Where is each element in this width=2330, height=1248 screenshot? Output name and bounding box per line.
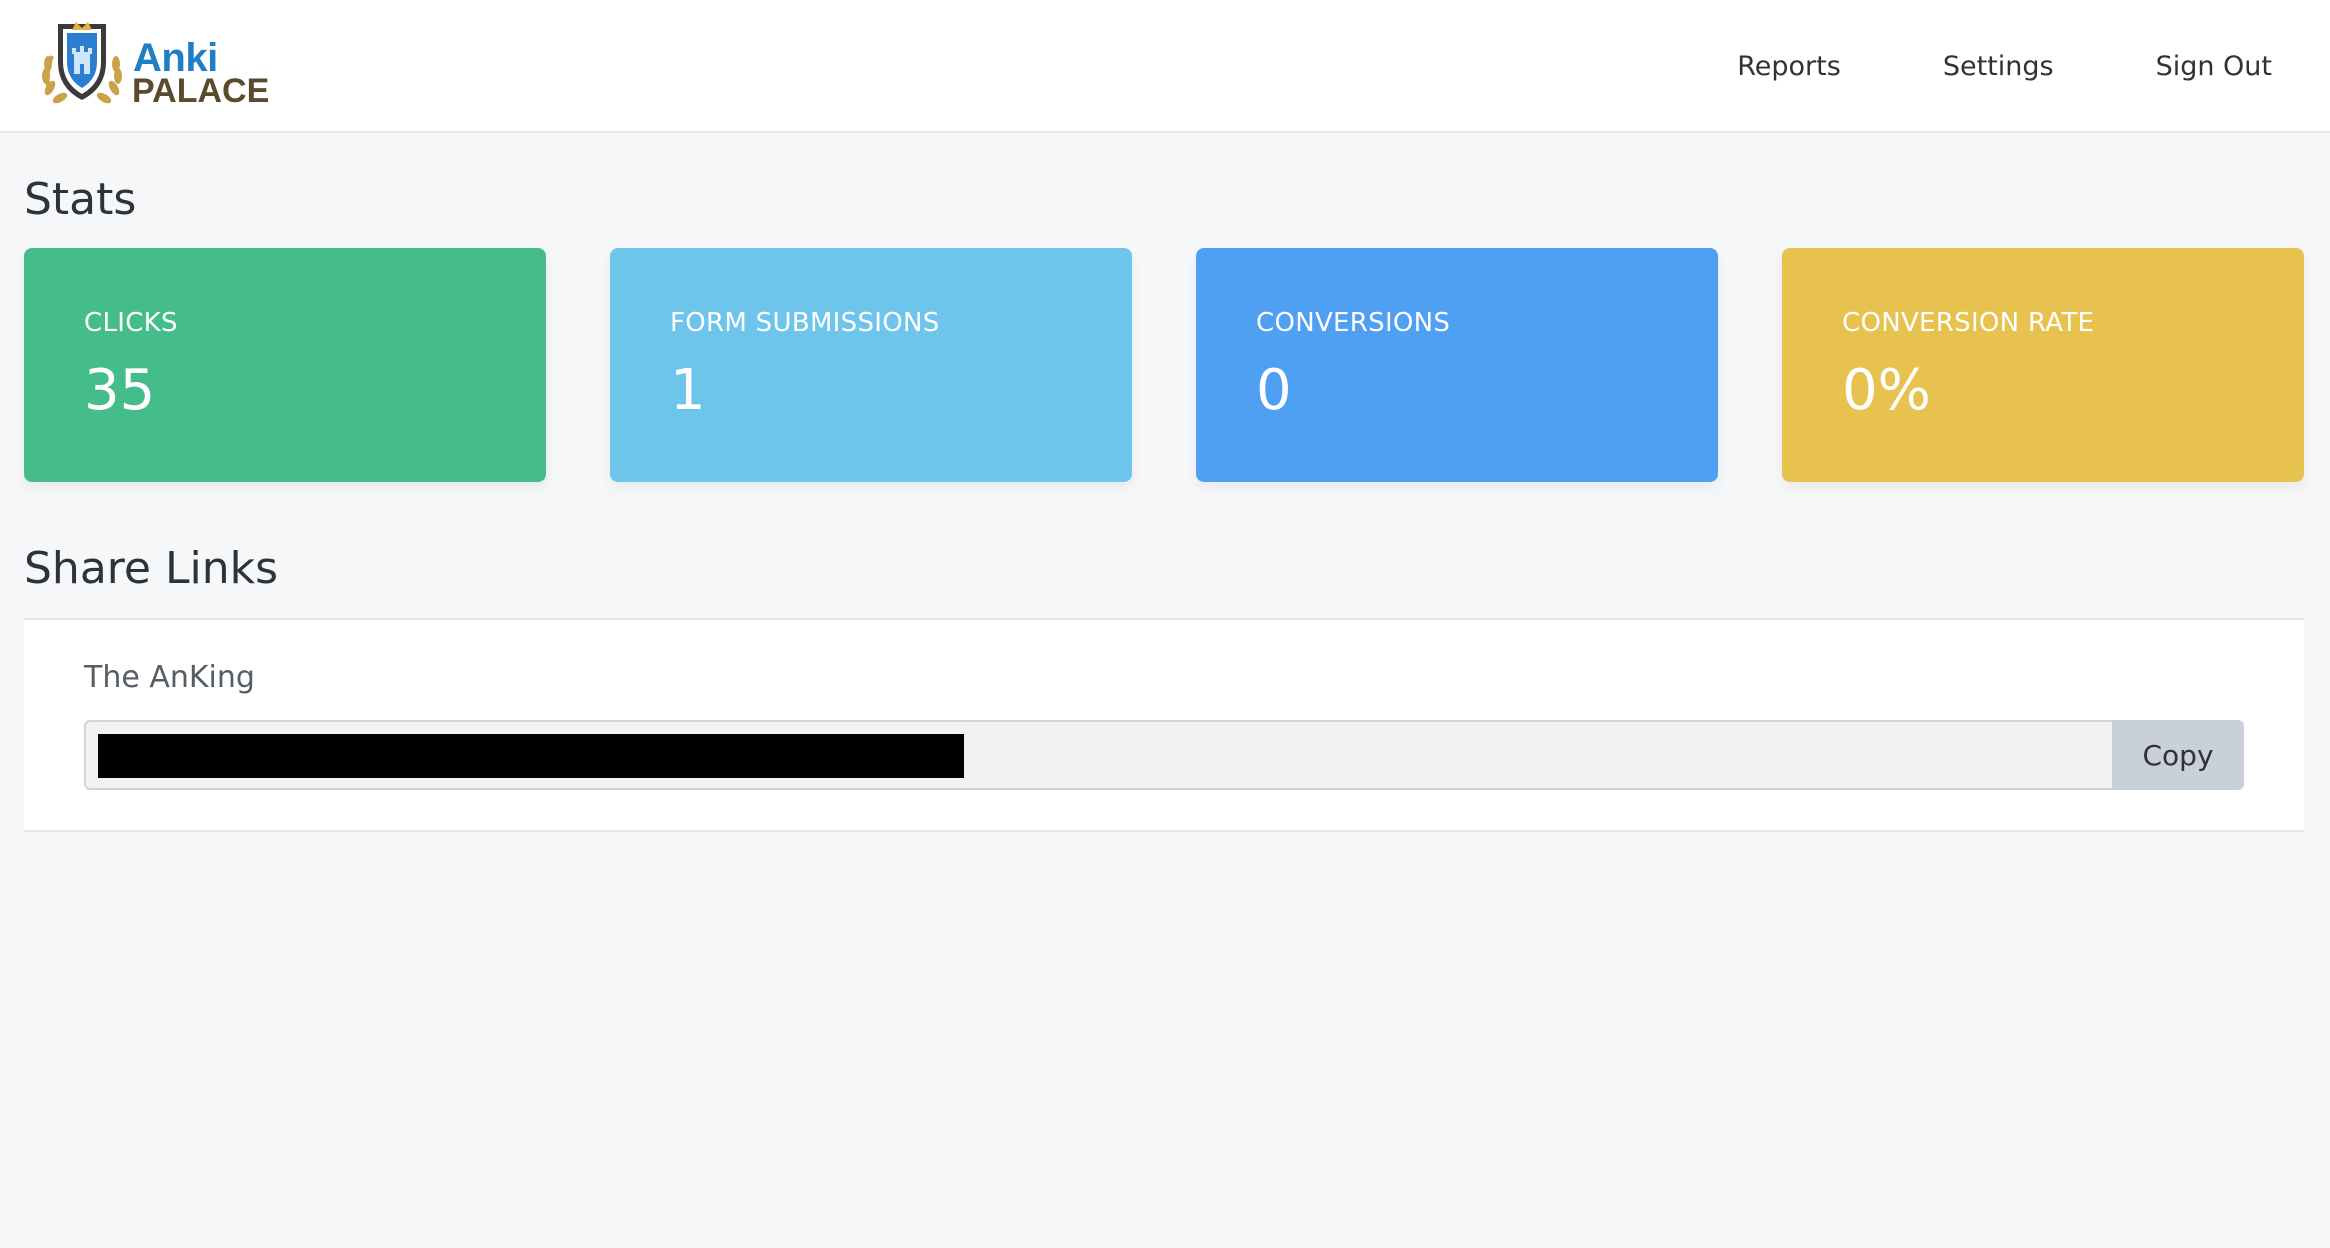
- main-nav: Reports Settings Sign Out: [1635, 0, 2272, 133]
- stat-value: 0%: [1842, 358, 1931, 423]
- stat-value: 0: [1256, 358, 1292, 423]
- crest-logo-icon: [42, 22, 122, 104]
- stat-value: 1: [670, 358, 706, 423]
- stat-card-conversion-rate: CONVERSION RATE 0%: [1782, 248, 2304, 482]
- stat-label: CONVERSIONS: [1256, 308, 1451, 338]
- stat-card-form-submissions: FORM SUBMISSIONS 1: [610, 248, 1132, 482]
- nav-reports-link[interactable]: Reports: [1737, 51, 1841, 82]
- share-link-name: The AnKing: [84, 660, 255, 695]
- redacted-link-value: [98, 734, 964, 778]
- share-link-input[interactable]: [84, 720, 2114, 790]
- copy-button[interactable]: Copy: [2112, 720, 2244, 790]
- share-links-heading: Share Links: [24, 543, 278, 594]
- stat-label: CONVERSION RATE: [1842, 308, 2095, 338]
- stat-label: CLICKS: [84, 308, 178, 338]
- share-links-panel: The AnKing Copy: [24, 618, 2304, 832]
- top-navbar: Anki PALACE Reports Settings Sign Out: [0, 0, 2330, 133]
- stat-card-clicks: CLICKS 35: [24, 248, 546, 482]
- stats-heading: Stats: [24, 174, 137, 225]
- stat-value: 35: [84, 358, 156, 423]
- stat-card-conversions: CONVERSIONS 0: [1196, 248, 1718, 482]
- nav-settings-link[interactable]: Settings: [1943, 51, 2054, 82]
- logo-text-palace: PALACE: [132, 72, 270, 110]
- nav-sign-out-link[interactable]: Sign Out: [2156, 51, 2272, 82]
- stat-label: FORM SUBMISSIONS: [670, 308, 940, 338]
- brand-logo[interactable]: Anki PALACE: [38, 16, 269, 112]
